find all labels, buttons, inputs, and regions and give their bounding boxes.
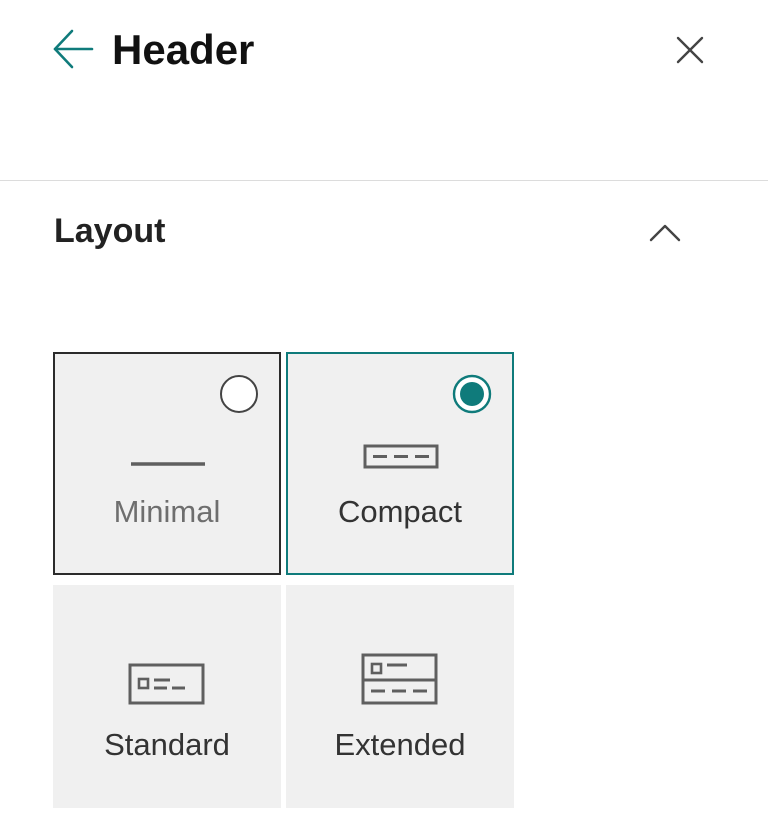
layout-option-standard[interactable]: Standard xyxy=(53,585,281,808)
layout-option-label: Compact xyxy=(337,494,463,529)
close-button[interactable] xyxy=(668,28,712,72)
close-icon xyxy=(676,36,704,64)
extended-layout-icon xyxy=(361,653,438,705)
layout-option-compact[interactable]: Compact xyxy=(286,352,514,575)
chevron-up-icon xyxy=(649,224,681,242)
header-divider xyxy=(0,180,768,181)
section-title: Layout xyxy=(54,212,166,250)
header-settings-panel: Header Layout Minimal Compact Standard E… xyxy=(0,0,768,821)
radio-selected[interactable] xyxy=(452,374,492,414)
compact-layout-icon xyxy=(363,444,439,469)
back-button[interactable] xyxy=(48,24,98,74)
collapse-section-button[interactable] xyxy=(642,214,688,250)
layout-option-extended[interactable]: Extended xyxy=(286,585,514,808)
layout-option-minimal[interactable]: Minimal xyxy=(53,352,281,575)
radio-unselected[interactable] xyxy=(219,374,259,414)
layout-option-label: Minimal xyxy=(113,494,221,529)
panel-header: Header xyxy=(0,0,768,180)
panel-title: Header xyxy=(112,26,255,73)
layout-option-label: Standard xyxy=(104,727,230,762)
layout-option-label: Extended xyxy=(334,727,466,762)
minimal-layout-icon xyxy=(131,462,205,466)
standard-layout-icon xyxy=(128,663,205,705)
back-arrow-icon xyxy=(53,29,94,69)
